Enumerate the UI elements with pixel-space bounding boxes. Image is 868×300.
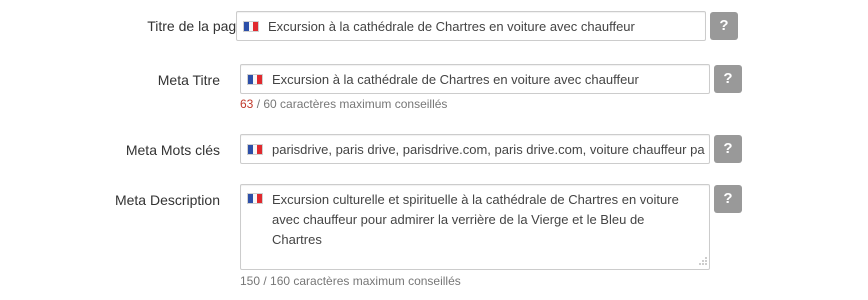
resize-grip-icon[interactable] — [697, 257, 707, 267]
meta-description-value: Excursion culturelle et spirituelle à la… — [272, 192, 679, 247]
meta-title-value: Excursion à la cathédrale de Chartres en… — [272, 72, 639, 87]
meta-keywords-input[interactable]: parisdrive, paris drive, parisdrive.com,… — [240, 134, 710, 164]
fr-flag-icon — [247, 74, 263, 85]
meta-description-help-button[interactable]: ? — [714, 185, 742, 213]
page-title-label: Titre de la page — [147, 18, 244, 34]
fr-flag-icon — [247, 144, 263, 155]
meta-title-input[interactable]: Excursion à la cathédrale de Chartres en… — [240, 64, 710, 94]
meta-title-count-number: 63 — [240, 97, 254, 111]
meta-title-count-suffix: / 60 caractères maximum conseillés — [253, 97, 448, 111]
meta-title-help-button[interactable]: ? — [714, 65, 742, 93]
meta-description-textarea[interactable]: Excursion culturelle et spirituelle à la… — [240, 184, 710, 270]
meta-title-label: Meta Titre — [157, 72, 220, 88]
meta-keywords-help-button[interactable]: ? — [714, 135, 742, 163]
page-title-help-button[interactable]: ? — [710, 12, 738, 40]
meta-keywords-label: Meta Mots clés — [125, 142, 220, 158]
meta-title-char-count: 63 / 60 caractères maximum conseillés — [240, 97, 447, 111]
meta-description-label: Meta Description — [114, 192, 220, 208]
page-title-value: Excursion à la cathédrale de Chartres en… — [268, 19, 635, 34]
meta-description-char-count: 150 / 160 caractères maximum conseillés — [240, 274, 461, 288]
fr-flag-icon — [247, 193, 263, 204]
fr-flag-icon — [243, 21, 259, 32]
meta-keywords-value: parisdrive, paris drive, parisdrive.com,… — [272, 142, 705, 157]
page-title-input[interactable]: Excursion à la cathédrale de Chartres en… — [236, 11, 706, 41]
